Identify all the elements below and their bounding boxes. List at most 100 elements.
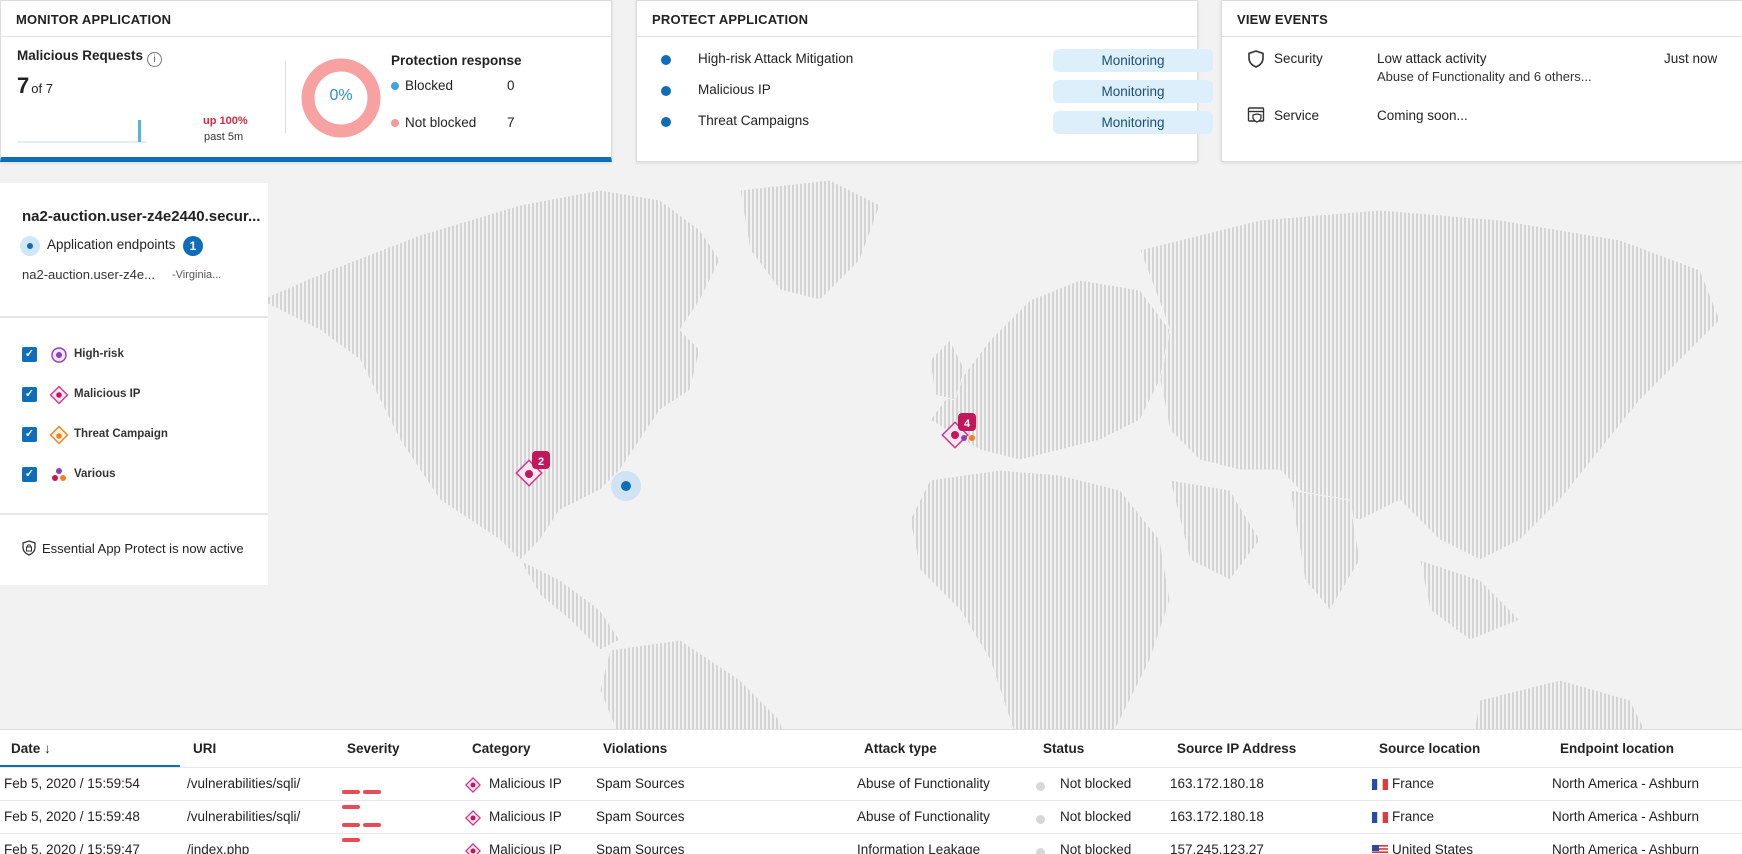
info-icon[interactable]: i (147, 52, 163, 67)
not-blocked-value: 7 (507, 115, 515, 130)
table-row[interactable]: Feb 5, 2020 / 15:59:48 /vulnerabilities/… (0, 800, 1742, 842)
cell-source-ip: 157.245.123.27 (1170, 842, 1264, 854)
filter-high-risk[interactable]: ✓ High-risk (22, 347, 262, 363)
cell-endpoint-location: North America - Ashburn (1552, 809, 1700, 824)
cell-violations: Spam Sources (596, 776, 685, 791)
severity-high-icon (342, 782, 402, 809)
application-panel: na2-auction.user-z4e2440.secur... Applic… (0, 183, 268, 585)
events-card-title: VIEW EVENTS (1222, 1, 1742, 37)
col-uri[interactable]: URI (193, 730, 216, 767)
security-event-title[interactable]: Low attack activity (1377, 51, 1487, 66)
cell-category: Malicious IP (489, 842, 562, 854)
cell-status: Not blocked (1060, 842, 1132, 854)
application-name[interactable]: na2-auction.user-z4e2440.secur... (22, 208, 268, 225)
trend-period: past 5m (204, 131, 244, 143)
monitoring-badge[interactable]: Monitoring (1053, 80, 1213, 103)
cell-source-location: United States (1392, 842, 1474, 854)
application-endpoints-label[interactable]: Application endpoints (47, 237, 175, 252)
malicious-ip-icon (465, 810, 481, 826)
cell-source-location: France (1392, 776, 1435, 791)
col-endpoint-location[interactable]: Endpoint location (1560, 730, 1674, 767)
cell-source-ip: 163.172.180.18 (1170, 809, 1264, 824)
security-event-time: Just now (1664, 51, 1718, 66)
protect-application-card[interactable]: PROTECT APPLICATION High-risk Attack Mit… (636, 0, 1213, 162)
endpoint-icon (20, 236, 40, 256)
service-event-title: Coming soon... (1377, 108, 1468, 123)
filter-malicious-ip[interactable]: ✓ Malicious IP (22, 385, 262, 405)
view-events-card[interactable]: VIEW EVENTS Security Low attack activity… (1221, 0, 1742, 162)
monitor-application-card[interactable]: MONITOR APPLICATION Malicious Requests i … (0, 0, 612, 162)
threat-campaign-icon (49, 425, 69, 445)
status-dot (1036, 782, 1045, 791)
cell-uri: /index.php (187, 842, 250, 854)
col-status[interactable]: Status (1043, 730, 1084, 767)
col-source-ip[interactable]: Source IP Address (1177, 730, 1296, 767)
col-severity[interactable]: Severity (347, 730, 400, 767)
flag-france-icon (1372, 779, 1388, 790)
malicious-ip-icon (465, 777, 481, 793)
donut-percent: 0% (329, 87, 353, 104)
various-icon (52, 468, 66, 481)
cell-attack-type: Information Leakage (857, 842, 981, 854)
malicious-ip-icon (49, 385, 69, 405)
monitor-card-title: MONITOR APPLICATION (1, 1, 611, 37)
col-attack-type[interactable]: Attack type (864, 730, 937, 767)
malicious-requests-label: Malicious Requests i (17, 48, 163, 67)
marker-us-west-count: 2 (538, 456, 544, 468)
protect-item-threat-campaigns[interactable]: Threat Campaigns Monitoring (661, 111, 1213, 134)
blocked-value: 0 (507, 78, 515, 93)
service-label: Service (1274, 108, 1320, 123)
checkbox-checked-icon[interactable]: ✓ (22, 467, 37, 482)
panel-divider (0, 316, 268, 318)
protection-response-title: Protection response (391, 53, 522, 68)
status-bullet (661, 55, 671, 65)
cell-attack-type: Abuse of Functionality (857, 809, 990, 824)
monitoring-badge[interactable]: Monitoring (1053, 111, 1213, 134)
cell-source-location: France (1392, 809, 1435, 824)
col-source-location[interactable]: Source location (1379, 730, 1480, 767)
filter-threat-campaign[interactable]: ✓ Threat Campaign (22, 425, 262, 445)
checkbox-checked-icon[interactable]: ✓ (22, 387, 37, 402)
severity-high-icon (342, 848, 402, 853)
cell-endpoint-location: North America - Ashburn (1552, 776, 1700, 791)
security-event-summary: Abuse of Functionality and 6 others... (1377, 69, 1592, 84)
severity-high-icon (342, 815, 402, 842)
cell-date: Feb 5, 2020 / 15:59:54 (4, 776, 140, 791)
essential-app-protect-status: Essential App Protect is now active (22, 540, 244, 556)
cell-source-ip: 163.172.180.18 (1170, 776, 1264, 791)
not-blocked-dot (391, 119, 399, 127)
status-bullet (661, 86, 671, 96)
panel-divider (0, 513, 268, 515)
protect-card-title: PROTECT APPLICATION (637, 1, 1197, 37)
endpoint-host[interactable]: na2-auction.user-z4e... (22, 267, 155, 282)
card-divider (285, 61, 286, 133)
checkbox-checked-icon[interactable]: ✓ (22, 427, 37, 442)
monitoring-badge[interactable]: Monitoring (1053, 49, 1213, 72)
status-bullet (661, 117, 671, 127)
cell-status: Not blocked (1060, 776, 1132, 791)
cell-date: Feb 5, 2020 / 15:59:48 (4, 809, 140, 824)
cell-status: Not blocked (1060, 809, 1132, 824)
cell-violations: Spam Sources (596, 809, 685, 824)
cell-uri: /vulnerabilities/sqli/ (187, 776, 301, 791)
filter-various[interactable]: ✓ Various (22, 467, 262, 483)
status-dot (1036, 815, 1045, 824)
protect-item-high-risk[interactable]: High-risk Attack Mitigation Monitoring (661, 49, 1213, 72)
cell-category: Malicious IP (489, 809, 562, 824)
marker-europe-count: 4 (964, 418, 971, 430)
table-row[interactable]: Feb 5, 2020 / 15:59:47 /index.php Malici… (0, 833, 1742, 854)
endpoints-count-badge: 1 (183, 236, 203, 256)
shield-icon (1248, 50, 1264, 68)
col-category[interactable]: Category (472, 730, 531, 767)
col-violations[interactable]: Violations (603, 730, 667, 767)
cell-violations: Spam Sources (596, 842, 685, 854)
checkbox-checked-icon[interactable]: ✓ (22, 347, 37, 362)
cell-category: Malicious IP (489, 776, 562, 791)
flag-france-icon (1372, 812, 1388, 823)
blocked-dot (391, 82, 399, 90)
col-date[interactable]: Date ↓ (0, 730, 180, 767)
cell-attack-type: Abuse of Functionality (857, 776, 990, 791)
protect-item-malicious-ip[interactable]: Malicious IP Monitoring (661, 80, 1213, 103)
service-shield-icon (1247, 107, 1265, 123)
table-row[interactable]: Feb 5, 2020 / 15:59:54 /vulnerabilities/… (0, 767, 1742, 809)
